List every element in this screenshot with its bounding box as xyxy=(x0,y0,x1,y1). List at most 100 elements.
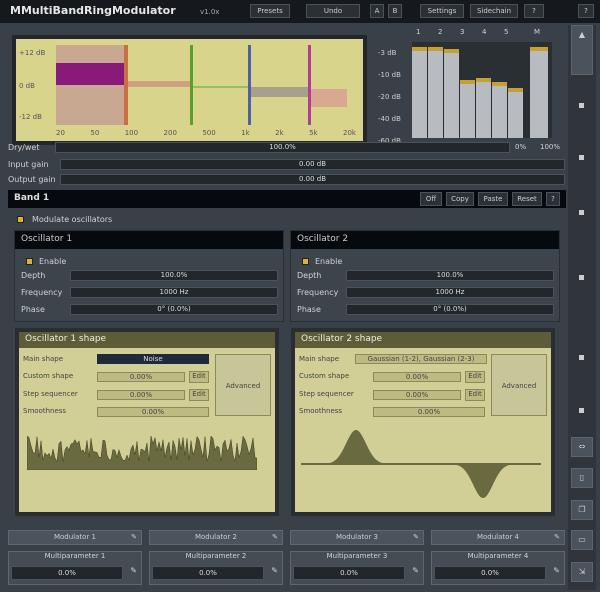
modulator-3-button[interactable]: Modulator 3 ✎ xyxy=(290,530,424,545)
custom-shape-slider[interactable]: 0.00% xyxy=(373,372,461,382)
band-off-button[interactable]: Off xyxy=(420,192,442,206)
band-3-gain[interactable] xyxy=(193,86,248,88)
level-meter: -3 dB -10 dB -20 dB -40 dB -60 dB 12345M xyxy=(378,28,563,145)
band-display[interactable]: +12 dB 0 dB -12 dB 20 50 100 200 500 1k 2k 5k 20… xyxy=(12,35,367,145)
gaussian-waveform xyxy=(301,430,541,498)
modulate-checkbox[interactable] xyxy=(17,216,24,223)
custom-shape-slider[interactable]: 0.00% xyxy=(97,372,185,382)
multiparameter-slider[interactable]: 0.0% xyxy=(293,566,405,580)
settings-icon[interactable]: ▯ xyxy=(571,468,593,488)
link-icon[interactable]: ✎ xyxy=(271,566,278,575)
step-sequencer-slider[interactable]: 0.00% xyxy=(97,390,185,400)
custom-shape-edit-button[interactable]: Edit xyxy=(189,371,209,383)
x-label: 1k xyxy=(241,129,250,137)
x-label: 500 xyxy=(202,129,216,137)
multiparameter-3: Multiparameter 3 0.0% ✎ xyxy=(290,551,424,585)
window-icon[interactable]: ▭ xyxy=(571,530,593,550)
band-marker[interactable] xyxy=(579,275,584,280)
custom-shape-edit-button[interactable]: Edit xyxy=(465,371,485,383)
enable-label: Enable xyxy=(39,257,67,266)
oscillator-1-title: Oscillator 1 xyxy=(21,234,73,244)
multiparameter-slider[interactable]: 0.0% xyxy=(434,566,546,580)
crossover-3[interactable] xyxy=(248,45,251,125)
band-reset-button[interactable]: Reset xyxy=(512,192,542,206)
phase-slider[interactable]: 0° (0.0%) xyxy=(70,304,278,315)
band-marker[interactable] xyxy=(579,155,584,160)
input-gain-slider[interactable]: 0.00 dB xyxy=(60,159,565,170)
step-sequencer-slider[interactable]: 0.00% xyxy=(373,390,461,400)
link-icon[interactable]: ✎ xyxy=(412,566,419,575)
multiparameter-slider[interactable]: 0.0% xyxy=(152,566,264,580)
enable-checkbox[interactable] xyxy=(302,258,309,265)
modulator-4-button[interactable]: Modulator 4 ✎ xyxy=(431,530,565,545)
drywet-max[interactable]: 100% xyxy=(540,143,560,151)
undo-button[interactable]: Undo xyxy=(306,4,360,18)
help-button[interactable]: ? xyxy=(524,4,544,18)
main-shape-select[interactable]: Noise xyxy=(97,354,209,364)
a-button[interactable]: A xyxy=(370,4,384,18)
band-marker[interactable] xyxy=(579,103,584,108)
link-icon[interactable]: ✎ xyxy=(131,531,137,544)
band-5-gain[interactable] xyxy=(311,89,347,107)
band-marker[interactable] xyxy=(579,210,584,215)
smoothness-slider[interactable]: 0.00% xyxy=(373,407,485,417)
modulator-1-button[interactable]: Modulator 1 ✎ xyxy=(8,530,142,545)
expand-icon[interactable]: ⇔ xyxy=(571,437,593,457)
sidechain-button[interactable]: Sidechain xyxy=(470,4,518,18)
phase-slider[interactable]: 0° (0.0%) xyxy=(346,304,554,315)
band-copy-button[interactable]: Copy xyxy=(446,192,474,206)
step-sequencer-edit-button[interactable]: Edit xyxy=(465,389,485,401)
advanced-button[interactable]: Advanced xyxy=(491,354,547,416)
band-4-gain[interactable] xyxy=(251,87,311,97)
advanced-button[interactable]: Advanced xyxy=(215,354,271,416)
meter-bar xyxy=(444,48,459,138)
shrink-icon[interactable]: ⇲ xyxy=(571,562,593,582)
crossover-1[interactable] xyxy=(124,45,128,125)
band-marker[interactable] xyxy=(579,408,584,413)
modulate-label: Modulate oscillators xyxy=(32,215,113,224)
depth-label: Depth xyxy=(21,271,46,280)
copy-icon[interactable]: ❐ xyxy=(571,500,593,520)
output-gain-slider[interactable]: 0.00 dB xyxy=(60,174,565,185)
smoothness-slider[interactable]: 0.00% xyxy=(97,407,209,417)
depth-slider[interactable]: 100.0% xyxy=(70,270,278,281)
crossover-4[interactable] xyxy=(308,45,311,125)
drywet-slider[interactable]: 100.0% xyxy=(55,142,510,153)
band-paste-button[interactable]: Paste xyxy=(478,192,508,206)
drywet-min[interactable]: 0% xyxy=(515,143,526,151)
frequency-slider[interactable]: 1000 Hz xyxy=(70,287,278,298)
shape-2-title: Oscillator 2 shape xyxy=(295,332,551,348)
channel-label: 2 xyxy=(438,28,443,36)
meter-bar xyxy=(476,78,491,138)
link-icon[interactable]: ✎ xyxy=(413,531,419,544)
shape-1-title: Oscillator 1 shape xyxy=(19,332,275,348)
multiparameter-slider[interactable]: 0.0% xyxy=(11,566,123,580)
step-sequencer-edit-button[interactable]: Edit xyxy=(189,389,209,401)
link-icon[interactable]: ✎ xyxy=(553,566,560,575)
multiparameter-label: Multiparameter 4 xyxy=(467,552,529,560)
channel-label: 1 xyxy=(416,28,421,36)
band-marker[interactable] xyxy=(579,355,584,360)
link-icon[interactable]: ✎ xyxy=(130,566,137,575)
frequency-slider[interactable]: 1000 Hz xyxy=(346,287,554,298)
main-shape-select[interactable]: Gaussian (1-2), Gaussian (2-3) xyxy=(355,354,487,364)
settings-button[interactable]: Settings xyxy=(420,4,464,18)
scroll-up-button[interactable]: ▲ xyxy=(571,25,593,75)
band-2-gain[interactable] xyxy=(126,81,190,87)
depth-slider[interactable]: 100.0% xyxy=(346,270,554,281)
band-1-gain[interactable] xyxy=(56,63,126,85)
help-icon[interactable]: ? xyxy=(578,4,594,18)
oscillator-2-header: Oscillator 2 xyxy=(291,231,559,249)
crossover-2[interactable] xyxy=(190,45,193,125)
x-label: 20 xyxy=(56,129,65,137)
link-icon[interactable]: ✎ xyxy=(554,531,560,544)
meter-bars xyxy=(412,42,552,138)
enable-checkbox[interactable] xyxy=(26,258,33,265)
link-icon[interactable]: ✎ xyxy=(272,531,278,544)
x-label: 200 xyxy=(163,129,177,137)
channel-label: 5 xyxy=(504,28,509,36)
b-button[interactable]: B xyxy=(388,4,402,18)
modulator-2-button[interactable]: Modulator 2 ✎ xyxy=(149,530,283,545)
presets-button[interactable]: Presets xyxy=(250,4,290,18)
band-help-button[interactable]: ? xyxy=(546,192,560,206)
